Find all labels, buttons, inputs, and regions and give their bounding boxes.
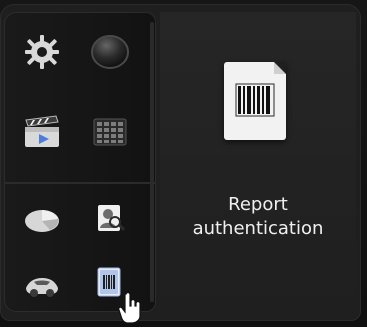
launcher-item-car[interactable] [20,260,64,304]
detail-pane: Report authentication [160,12,356,312]
launcher-item-calendar[interactable] [88,110,132,154]
person-search-icon [98,205,125,231]
clapperboard-icon [25,115,59,147]
gear-icon [25,35,59,69]
report-document [224,62,286,140]
calendar-grid-icon [93,118,127,146]
launcher-item-pie-chart[interactable] [20,197,64,241]
launcher-item-person-search[interactable] [88,195,132,239]
launcher-divider [4,182,156,184]
detail-title-line1: Report [228,194,288,215]
cursor [116,291,144,324]
launcher-item-video[interactable] [20,110,64,154]
app-panel: Report authentication [0,4,361,324]
launcher-item-settings[interactable] [20,30,64,74]
pie-chart-icon [25,210,59,232]
round-button-icon [91,35,129,69]
barcode-document-icon [235,83,275,117]
launcher-item-round-button[interactable] [88,30,132,74]
launcher [4,12,156,324]
detail-title: Report authentication [170,193,346,241]
sports-car-icon [26,278,58,297]
launcher-scrollbar[interactable] [150,22,154,302]
detail-title-line2: authentication [192,218,324,239]
hand-pointer-icon [118,291,141,324]
